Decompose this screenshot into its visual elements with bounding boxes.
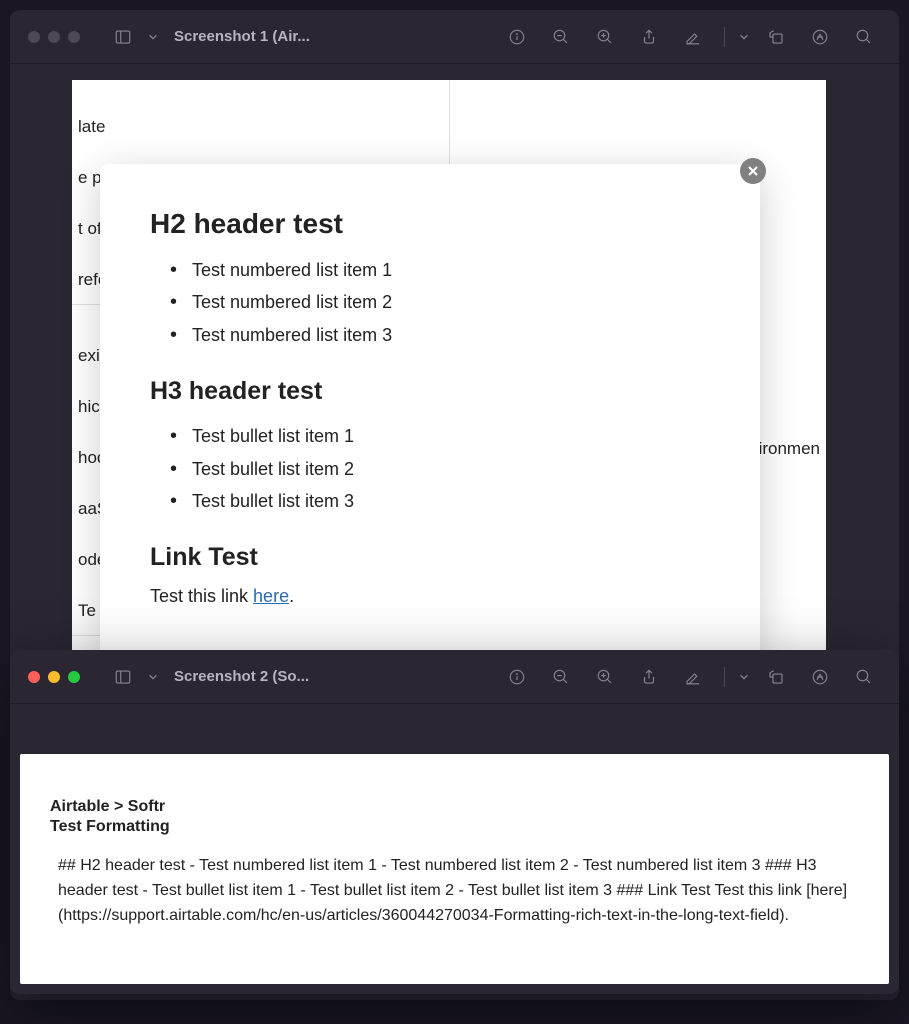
zoom-in-icon xyxy=(596,28,614,46)
toolbar-group-1 xyxy=(500,20,881,54)
close-button[interactable] xyxy=(28,671,40,683)
highlight-icon xyxy=(811,28,829,46)
sidebar-icon xyxy=(114,28,132,46)
link-suffix: . xyxy=(289,586,294,606)
info-button[interactable] xyxy=(500,20,534,54)
window-title-2: Screenshot 2 (So... xyxy=(174,668,309,685)
share-icon xyxy=(640,28,658,46)
titlebar-1: Screenshot 1 (Air... xyxy=(10,10,899,64)
window2-content: Airtable > Softr Test Formatting ## H2 h… xyxy=(10,704,899,994)
raw-markdown-body: ## H2 header test - Test numbered list i… xyxy=(50,854,859,928)
toolbar-divider xyxy=(724,667,725,687)
markup-icon xyxy=(684,28,702,46)
test-link[interactable]: here xyxy=(253,586,289,606)
info-button[interactable] xyxy=(500,660,534,694)
list-item: Test numbered list item 3 xyxy=(170,319,710,351)
close-button[interactable] xyxy=(28,31,40,43)
search-icon xyxy=(855,668,873,686)
modal-content: H2 header test Test numbered list item 1… xyxy=(100,164,760,657)
link-header: Link Test xyxy=(150,543,710,572)
bg-text: late xyxy=(78,117,105,136)
highlight-icon xyxy=(811,668,829,686)
zoom-out-icon xyxy=(552,668,570,686)
search-button[interactable] xyxy=(847,20,881,54)
traffic-lights-1 xyxy=(28,31,80,43)
raw-markdown-document: Airtable > Softr Test Formatting ## H2 h… xyxy=(20,754,889,984)
zoom-out-button[interactable] xyxy=(544,20,578,54)
zoom-in-button[interactable] xyxy=(588,660,622,694)
search-button[interactable] xyxy=(847,660,881,694)
window-title-1: Screenshot 1 (Air... xyxy=(174,28,310,45)
list-item: Test bullet list item 2 xyxy=(170,453,710,485)
highlight-button[interactable] xyxy=(803,20,837,54)
toolbar-divider xyxy=(724,27,725,47)
search-icon xyxy=(855,28,873,46)
markup-button[interactable] xyxy=(676,660,710,694)
chevron-down-icon[interactable] xyxy=(739,32,749,42)
zoom-in-icon xyxy=(596,668,614,686)
modal-close-button[interactable] xyxy=(740,158,766,184)
list-item: Test bullet list item 1 xyxy=(170,420,710,452)
maximize-button[interactable] xyxy=(68,31,80,43)
info-icon xyxy=(508,668,526,686)
close-icon xyxy=(747,165,759,177)
bg-text: Te xyxy=(78,601,96,620)
bg-text: e p xyxy=(78,168,102,187)
share-button[interactable] xyxy=(632,20,666,54)
doc-subtitle: Test Formatting xyxy=(50,818,859,836)
chevron-down-icon[interactable] xyxy=(148,672,158,682)
rotate-button[interactable] xyxy=(759,660,793,694)
bullet-list: Test bullet list item 1 Test bullet list… xyxy=(150,420,710,517)
sidebar-toggle[interactable] xyxy=(106,660,140,694)
chevron-down-icon[interactable] xyxy=(739,672,749,682)
minimize-button[interactable] xyxy=(48,671,60,683)
rotate-icon xyxy=(767,668,785,686)
sidebar-icon xyxy=(114,668,132,686)
chevron-down-icon[interactable] xyxy=(148,32,158,42)
markup-icon xyxy=(684,668,702,686)
share-icon xyxy=(640,668,658,686)
maximize-button[interactable] xyxy=(68,671,80,683)
link-prefix: Test this link xyxy=(150,586,253,606)
list-item: Test numbered list item 1 xyxy=(170,254,710,286)
toolbar-group-2 xyxy=(500,660,881,694)
list-item: Test bullet list item 3 xyxy=(170,485,710,517)
breadcrumb: Airtable > Softr xyxy=(50,798,859,816)
preview-window-2: Screenshot 2 (So... xyxy=(10,650,899,994)
numbered-list: Test numbered list item 1 Test numbered … xyxy=(150,254,710,351)
h3-header: H3 header test xyxy=(150,377,710,406)
rotate-icon xyxy=(767,28,785,46)
sidebar-toggle[interactable] xyxy=(106,20,140,54)
h2-header: H2 header test xyxy=(150,208,710,240)
rich-text-modal: H2 header test Test numbered list item 1… xyxy=(100,164,760,657)
titlebar-2: Screenshot 2 (So... xyxy=(10,650,899,704)
zoom-out-button[interactable] xyxy=(544,660,578,694)
highlight-button[interactable] xyxy=(803,660,837,694)
markup-button[interactable] xyxy=(676,20,710,54)
link-paragraph: Test this link here. xyxy=(150,586,710,607)
zoom-in-button[interactable] xyxy=(588,20,622,54)
zoom-out-icon xyxy=(552,28,570,46)
traffic-lights-2 xyxy=(28,671,80,683)
bg-text: t of xyxy=(78,219,102,238)
info-icon xyxy=(508,28,526,46)
share-button[interactable] xyxy=(632,660,666,694)
rotate-button[interactable] xyxy=(759,20,793,54)
minimize-button[interactable] xyxy=(48,31,60,43)
bg-text: vironmen xyxy=(750,439,820,458)
list-item: Test numbered list item 2 xyxy=(170,286,710,318)
